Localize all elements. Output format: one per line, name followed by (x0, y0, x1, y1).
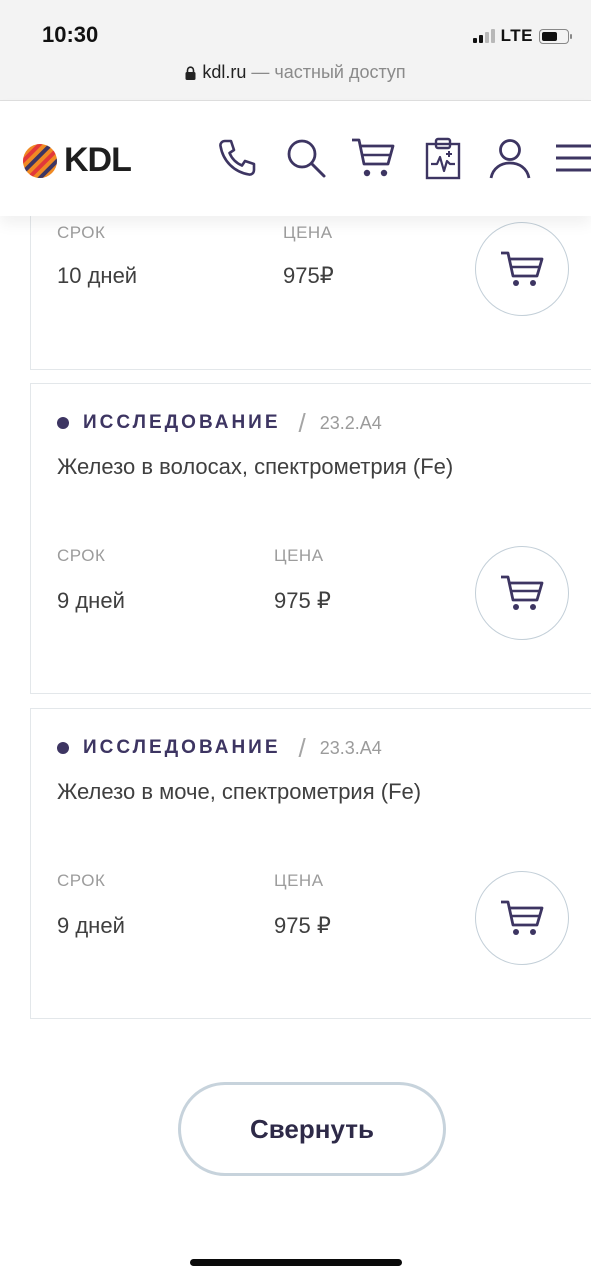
home-indicator[interactable] (190, 1259, 402, 1266)
tag-dot (57, 417, 69, 429)
kdl-logo[interactable]: KDL (22, 141, 132, 180)
user-icon[interactable] (487, 135, 533, 181)
term-value: 9 дней (57, 913, 125, 938)
cart-icon[interactable] (350, 135, 396, 181)
term-label: СРОК (57, 871, 106, 890)
term-label: СРОК (57, 546, 106, 565)
test-code: 23.2.A4 (319, 412, 382, 433)
price-label: ЦЕНА (283, 223, 333, 242)
tag-dot (57, 742, 69, 754)
tag-separator: / (298, 407, 306, 438)
logo-mark-icon (23, 143, 57, 178)
category-tag: ИССЛЕДОВАНИЕ (83, 412, 281, 433)
logo-text: KDL (64, 141, 132, 179)
price-label: ЦЕНА (274, 871, 324, 890)
price-value: 975 ₽ (274, 588, 331, 613)
test-title[interactable]: Железо в волосах, спектрометрия (Fe) (57, 454, 453, 480)
battery-icon (539, 28, 572, 44)
menu-icon[interactable] (552, 135, 591, 181)
collapse-button[interactable]: Свернуть (178, 1082, 446, 1176)
phone-icon[interactable] (214, 135, 260, 181)
add-to-cart-button[interactable] (475, 222, 569, 316)
category-tag: ИССЛЕДОВАНИЕ (83, 737, 281, 758)
network-label: LTE (500, 26, 533, 45)
card-tag-row: ИССЛЕДОВАНИЕ / 23.3.A4 (57, 732, 382, 763)
add-to-cart-button[interactable] (475, 871, 569, 965)
term-label: СРОК (57, 223, 106, 242)
price-value: 975₽ (283, 263, 334, 288)
cart-icon (501, 900, 544, 935)
add-to-cart-button[interactable] (475, 546, 569, 640)
browser-top-bar: 10:30 LTE kdl.ru — частный доступ (0, 0, 591, 101)
test-title[interactable]: Железо в моче, спектрометрия (Fe) (57, 779, 421, 805)
cart-icon (501, 251, 544, 286)
test-card: ИССЛЕДОВАНИЕ / 23.2.A4 Железо в волосах,… (30, 383, 591, 694)
test-code: 23.3.A4 (319, 737, 382, 758)
cart-icon (501, 575, 544, 610)
medical-record-icon[interactable] (420, 135, 466, 181)
lock-icon (185, 64, 196, 85)
search-icon[interactable] (283, 135, 329, 181)
price-value: 975 ₽ (274, 913, 331, 938)
term-value: 10 дней (57, 263, 138, 288)
site-header: KDL (0, 101, 591, 216)
status-indicators: LTE (472, 26, 572, 46)
term-value: 9 дней (57, 588, 125, 613)
test-card: ИССЛЕДОВАНИЕ / 23.3.A4 Железо в моче, сп… (30, 708, 591, 1019)
price-label: ЦЕНА (274, 546, 324, 565)
signal-icon (472, 29, 495, 43)
status-time: 10:30 (42, 22, 99, 47)
tag-separator: / (298, 732, 306, 763)
address-bar[interactable]: kdl.ru — частный доступ (0, 62, 591, 85)
address-suffix: — частный доступ (251, 62, 406, 82)
card-tag-row: ИССЛЕДОВАНИЕ / 23.2.A4 (57, 407, 382, 438)
address-domain: kdl.ru (202, 62, 247, 82)
